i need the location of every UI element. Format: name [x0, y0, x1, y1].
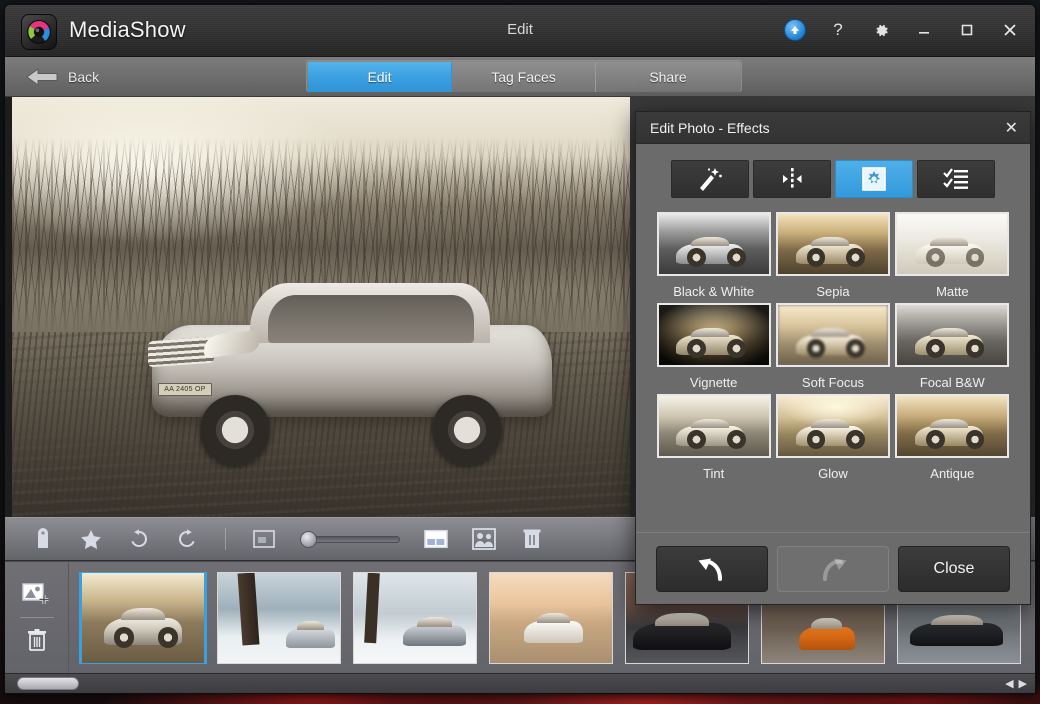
maximize-button[interactable] — [954, 17, 980, 43]
effect-tint[interactable]: Tint — [654, 394, 773, 481]
dialog-title-bar: Edit Photo - Effects ✕ — [636, 112, 1030, 144]
update-button[interactable] — [782, 17, 808, 43]
close-button[interactable] — [997, 17, 1023, 43]
undo-arrow-icon — [695, 554, 729, 584]
effects-grid: Black & White Sepia Matte — [636, 212, 1030, 532]
effect-antique[interactable]: Antique — [893, 394, 1012, 481]
delete-icon[interactable] — [20, 624, 54, 656]
effect-thumbnail — [776, 303, 890, 367]
auto-fix-tab[interactable] — [671, 160, 749, 198]
effect-thumbnail — [895, 394, 1009, 458]
side-divider — [20, 617, 54, 618]
redo-button[interactable] — [777, 546, 889, 592]
list-item[interactable] — [81, 572, 205, 664]
effect-sepia[interactable]: Sepia — [773, 212, 892, 299]
scroll-right-icon[interactable]: ▶ — [1019, 677, 1027, 690]
checklist-icon — [942, 166, 970, 192]
minimize-icon — [917, 23, 931, 37]
settings-button[interactable] — [868, 17, 894, 43]
effect-focal-bw[interactable]: Focal B&W — [893, 303, 1012, 390]
toolbar-divider — [225, 528, 226, 550]
effect-thumbnail — [657, 303, 771, 367]
maximize-icon — [960, 23, 974, 37]
help-button[interactable]: ? — [825, 17, 851, 43]
effect-label: Focal B&W — [920, 375, 985, 390]
effect-label: Matte — [936, 284, 969, 299]
minimize-button[interactable] — [911, 17, 937, 43]
subaru-outback-subject: AA 2405 OP — [142, 277, 572, 467]
effect-label: Black & White — [673, 284, 754, 299]
add-photo-icon[interactable] — [20, 579, 54, 611]
presets-tab[interactable] — [917, 160, 995, 198]
effect-vignette[interactable]: Vignette — [654, 303, 773, 390]
edit-photo-effects-dialog: Edit Photo - Effects ✕ — [635, 111, 1031, 605]
dialog-title: Edit Photo - Effects — [650, 120, 770, 136]
scroll-left-icon[interactable]: ◀ — [1005, 677, 1013, 690]
mediashow-window: MediaShow Edit ? — [4, 4, 1036, 694]
back-label: Back — [68, 69, 99, 85]
scroll-arrows: ◀ ▶ — [1005, 677, 1027, 690]
effect-label: Soft Focus — [802, 375, 864, 390]
zoom-slider-knob[interactable] — [300, 531, 317, 548]
dialog-tabs — [636, 144, 1030, 212]
title-bar: MediaShow Edit ? — [5, 5, 1035, 57]
back-arrow-icon — [25, 67, 59, 87]
effect-label: Glow — [818, 466, 848, 481]
rotate-left-icon[interactable] — [127, 527, 151, 551]
effect-matte[interactable]: Matte — [893, 212, 1012, 299]
star-rating-icon[interactable] — [79, 527, 103, 551]
tag-icon[interactable] — [31, 527, 55, 551]
effect-label: Tint — [703, 466, 724, 481]
tab-share[interactable]: Share — [596, 62, 740, 92]
license-plate: AA 2405 OP — [158, 383, 212, 396]
adjust-arrows-icon — [777, 166, 807, 192]
effect-glow[interactable]: Glow — [773, 394, 892, 481]
effect-thumbnail — [895, 303, 1009, 367]
close-icon[interactable]: ✕ — [1005, 118, 1018, 138]
dialog-footer: Close — [636, 532, 1030, 604]
magic-wand-icon — [696, 166, 724, 192]
mode-tabs: Edit Tag Faces Share — [306, 60, 742, 92]
effect-thumbnail — [657, 394, 771, 458]
effect-black-and-white[interactable]: Black & White — [654, 212, 773, 299]
question-mark-icon: ? — [833, 20, 842, 40]
adjust-tab[interactable] — [753, 160, 831, 198]
filmstrip-scrollbar[interactable]: ◀ ▶ — [5, 673, 1035, 693]
zoom-out-icon[interactable] — [252, 527, 276, 551]
effect-label: Vignette — [690, 375, 737, 390]
undo-button[interactable] — [656, 546, 768, 592]
effect-soft-focus[interactable]: Soft Focus — [773, 303, 892, 390]
main-photo[interactable]: AA 2405 OP — [12, 97, 630, 517]
redo-arrow-icon — [816, 554, 850, 584]
zoom-in-icon[interactable] — [424, 527, 448, 551]
nav-bar: Back Edit Tag Faces Share — [5, 57, 1035, 97]
up-arrow-circle-icon — [784, 19, 806, 41]
scrollbar-thumb[interactable] — [17, 677, 79, 690]
close-button[interactable]: Close — [898, 546, 1010, 592]
effect-thumbnail — [657, 212, 771, 276]
list-item[interactable] — [217, 572, 341, 664]
effect-thumbnail — [895, 212, 1009, 276]
gear-icon — [873, 22, 890, 39]
tab-edit[interactable]: Edit — [308, 62, 452, 92]
rotate-right-icon[interactable] — [175, 527, 199, 551]
effects-icon — [861, 166, 887, 192]
close-icon — [1002, 22, 1018, 38]
effect-thumbnail — [776, 394, 890, 458]
zoom-slider[interactable] — [300, 529, 400, 549]
window-controls: ? — [782, 17, 1023, 43]
effects-tab[interactable] — [835, 160, 913, 198]
effect-label: Antique — [930, 466, 974, 481]
tab-tag-faces[interactable]: Tag Faces — [452, 62, 596, 92]
people-icon[interactable] — [472, 527, 496, 551]
list-item[interactable] — [489, 572, 613, 664]
back-button[interactable]: Back — [25, 63, 99, 91]
effect-label: Sepia — [816, 284, 849, 299]
photo-canvas: AA 2405 OP — [12, 97, 630, 517]
filmstrip-side-tools — [5, 562, 69, 673]
effect-thumbnail — [776, 212, 890, 276]
list-item[interactable] — [353, 572, 477, 664]
delete-icon[interactable] — [520, 527, 544, 551]
